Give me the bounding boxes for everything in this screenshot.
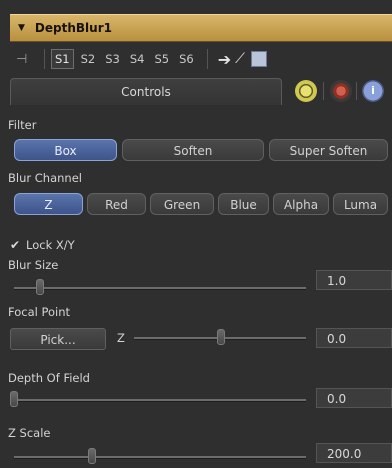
focal-point-value-field[interactable]: 0.0 xyxy=(316,328,392,348)
blur-size-value-field[interactable]: 1.0 xyxy=(316,270,392,290)
focal-point-slider-handle[interactable] xyxy=(217,329,225,345)
depth-of-field-label: Depth Of Field xyxy=(8,371,90,385)
collapse-triangle-icon[interactable]: ▼ xyxy=(18,23,25,33)
version-s6[interactable]: S6 xyxy=(176,50,197,68)
depth-of-field-value-field[interactable]: 0.0 xyxy=(316,388,392,408)
save-icon[interactable] xyxy=(250,51,267,67)
z-scale-label: Z Scale xyxy=(8,426,51,440)
z-scale-slider-handle[interactable] xyxy=(88,448,96,464)
focal-point-pick-button[interactable]: Pick... xyxy=(10,328,106,350)
tab-controls[interactable]: Controls xyxy=(10,78,282,105)
version-s4[interactable]: S4 xyxy=(127,50,148,68)
tab-info-icon[interactable]: i xyxy=(362,80,384,102)
version-s2[interactable]: S2 xyxy=(78,50,99,68)
channel-green-button[interactable]: Green xyxy=(150,193,214,215)
blur-channel-label: Blur Channel xyxy=(8,171,82,185)
tool-name: DepthBlur1 xyxy=(34,21,112,35)
tab-bar: Controls i xyxy=(10,78,392,105)
tool-controls-panel: ▼ DepthBlur1 ⊣ S1 S2 S3 S4 S5 S6 ➔ ⟋ Con… xyxy=(0,0,392,468)
focal-point-label: Focal Point xyxy=(8,305,71,319)
version-bar: ⊣ S1 S2 S3 S4 S5 S6 ➔ ⟋ xyxy=(10,44,392,74)
pin-icon[interactable]: ⊣ xyxy=(16,52,38,67)
divider xyxy=(323,82,324,100)
channel-blue-button[interactable]: Blue xyxy=(218,193,269,215)
divider xyxy=(206,49,208,69)
blur-size-label: Blur Size xyxy=(8,258,59,272)
lock-xy-checkbox[interactable]: ✔ Lock X/Y xyxy=(10,238,75,252)
filter-soften-button[interactable]: Soften xyxy=(122,139,264,161)
version-s1[interactable]: S1 xyxy=(51,49,74,69)
filter-box-button[interactable]: Box xyxy=(14,139,117,161)
arrow-right-icon[interactable]: ➔ xyxy=(218,50,231,69)
blur-size-slider-handle[interactable] xyxy=(36,279,44,295)
filter-super-soften-button[interactable]: Super Soften xyxy=(269,139,388,161)
z-scale-slider-track[interactable] xyxy=(14,456,306,459)
tool-header[interactable]: ▼ DepthBlur1 xyxy=(10,14,392,42)
depth-of-field-slider-handle[interactable] xyxy=(10,391,18,407)
blur-size-slider-track[interactable] xyxy=(14,287,306,290)
checkmark-icon: ✔ xyxy=(10,238,21,252)
filter-label: Filter xyxy=(8,118,37,132)
divider xyxy=(356,82,357,100)
lock-xy-label: Lock X/Y xyxy=(26,238,75,252)
channel-red-button[interactable]: Red xyxy=(87,193,146,215)
focal-point-z-label: Z xyxy=(117,331,125,345)
pick-tool-icon[interactable]: ⟋ xyxy=(235,51,245,67)
version-s5[interactable]: S5 xyxy=(152,50,173,68)
version-s3[interactable]: S3 xyxy=(102,50,123,68)
channel-luma-button[interactable]: Luma xyxy=(333,193,388,215)
depth-of-field-slider-track[interactable] xyxy=(14,399,306,402)
divider xyxy=(44,49,45,69)
channel-alpha-button[interactable]: Alpha xyxy=(273,193,329,215)
z-scale-value-field[interactable]: 200.0 xyxy=(316,443,392,463)
tab-settings-gear-icon[interactable] xyxy=(330,80,352,102)
channel-z-button[interactable]: Z xyxy=(14,193,83,215)
tab-radioactive-icon[interactable] xyxy=(295,80,317,102)
